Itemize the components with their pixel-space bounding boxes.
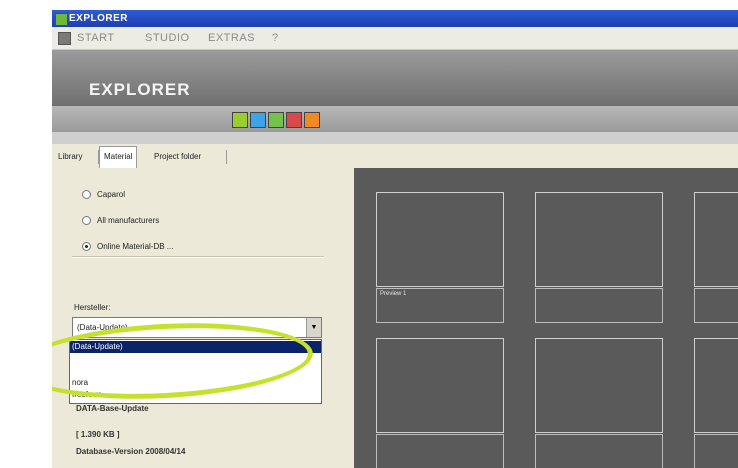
radio-all-manufacturers[interactable]: All manufacturers bbox=[82, 216, 160, 226]
title-bar: EXPLORER bbox=[52, 10, 738, 27]
preview-thumbnail[interactable] bbox=[376, 338, 504, 433]
divider bbox=[72, 256, 324, 258]
menu-app-icon[interactable] bbox=[58, 32, 71, 45]
list-view-icon[interactable] bbox=[232, 112, 248, 128]
view-toolbar bbox=[52, 106, 738, 132]
app-icon bbox=[55, 13, 68, 26]
radio-label: Online Material-DB ... bbox=[97, 242, 174, 251]
tab-bar: Library Material Project folder bbox=[52, 144, 738, 168]
preview-thumbnail[interactable] bbox=[694, 192, 738, 287]
app-header: EXPLORER bbox=[52, 50, 738, 106]
radio-label: Caparol bbox=[97, 190, 126, 199]
tab-project-folder[interactable]: Project folder bbox=[150, 149, 205, 166]
menu-bar: START STUDIO EXTRAS ? bbox=[52, 27, 738, 50]
tab-divider bbox=[226, 150, 227, 164]
manufacturer-label: Hersteller: bbox=[74, 303, 111, 312]
preview-thumbnail[interactable] bbox=[376, 192, 504, 287]
tab-library[interactable]: Library bbox=[54, 149, 86, 166]
header-title: EXPLORER bbox=[89, 80, 191, 99]
preview-thumbnail[interactable] bbox=[535, 338, 663, 433]
preview-grid: Preview 1 bbox=[354, 168, 738, 468]
radio-online-material-db[interactable]: Online Material-DB ... bbox=[82, 242, 174, 252]
box-view-icon[interactable] bbox=[286, 112, 302, 128]
image-view-icon[interactable] bbox=[268, 112, 284, 128]
preview-caption-box bbox=[535, 288, 663, 323]
preview-caption-box bbox=[376, 434, 504, 468]
preview-thumbnail[interactable] bbox=[694, 338, 738, 433]
menu-studio[interactable]: STUDIO bbox=[145, 32, 190, 44]
dropdown-arrow-icon[interactable]: ▼ bbox=[306, 318, 321, 337]
menu-help[interactable]: ? bbox=[272, 32, 279, 44]
update-title: DATA-Base-Update bbox=[76, 404, 149, 413]
radio-circle-checked bbox=[82, 242, 91, 252]
preview-thumbnail[interactable] bbox=[535, 192, 663, 287]
radio-circle bbox=[82, 216, 91, 226]
window-title: EXPLORER bbox=[69, 13, 129, 24]
preview-caption-box bbox=[376, 288, 504, 323]
tab-material[interactable]: Material bbox=[99, 146, 138, 168]
preview-caption-box bbox=[694, 288, 738, 323]
radio-caparol[interactable]: Caparol bbox=[82, 190, 126, 200]
tile-view-icon[interactable] bbox=[250, 112, 266, 128]
preview-caption-box bbox=[535, 434, 663, 468]
explorer-window: EXPLORER START STUDIO EXTRAS ? EXPLORER … bbox=[52, 10, 738, 468]
preview-caption-box bbox=[694, 434, 738, 468]
database-version: Database-Version 2008/04/14 bbox=[76, 447, 186, 456]
material-panel: Caparol All manufacturers Online Materia… bbox=[52, 168, 352, 468]
menu-start[interactable]: START bbox=[77, 32, 115, 44]
menu-extras[interactable]: EXTRAS bbox=[208, 32, 255, 44]
radio-label: All manufacturers bbox=[97, 216, 160, 225]
grid-view-icon[interactable] bbox=[304, 112, 320, 128]
radio-circle bbox=[82, 190, 91, 200]
update-size: [ 1.390 KB ] bbox=[76, 430, 120, 439]
